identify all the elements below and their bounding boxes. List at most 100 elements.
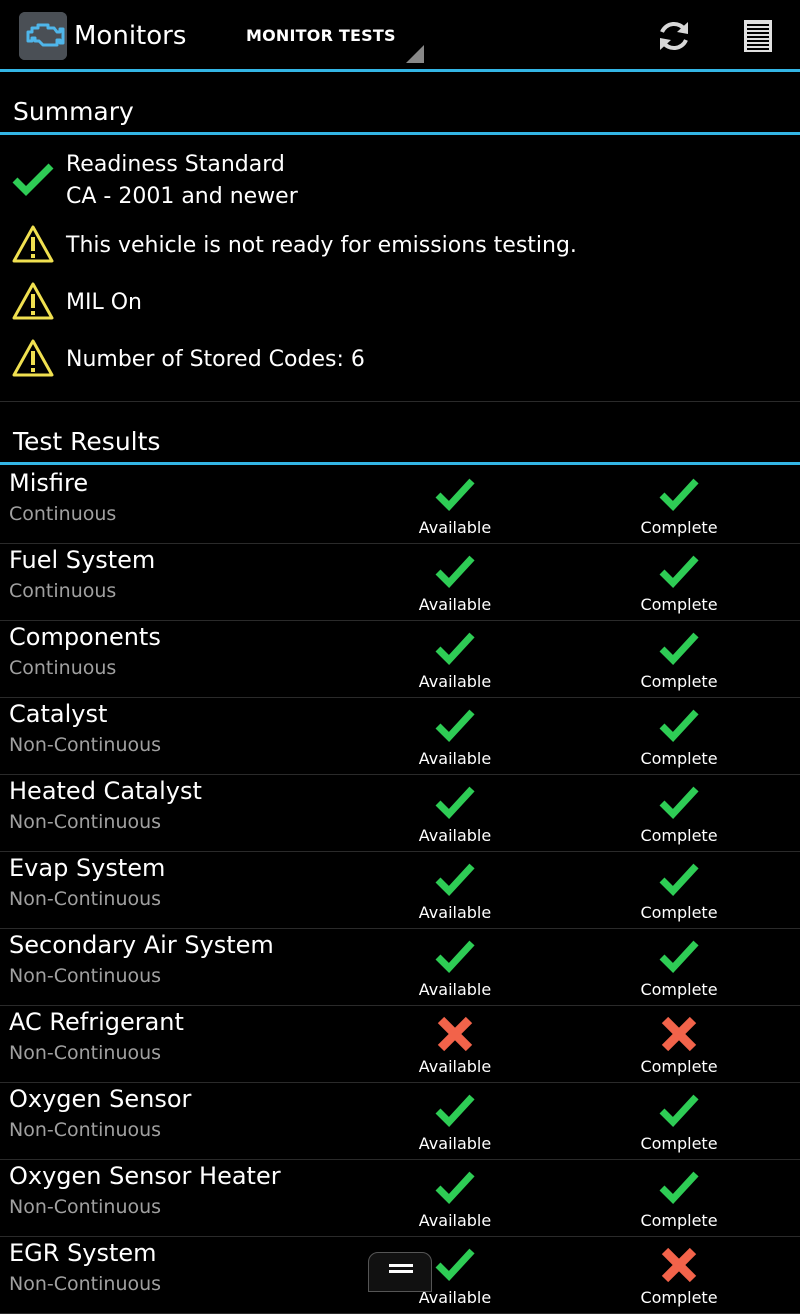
test-results-header: Test Results [0, 402, 800, 466]
monitor-name: Oxygen Sensor [9, 1085, 192, 1113]
report-menu-button[interactable] [736, 14, 780, 58]
available-label: Available [418, 826, 492, 845]
available-label: Available [418, 980, 492, 999]
complete-label: Complete [640, 672, 718, 691]
monitor-type: Non-Continuous [9, 888, 162, 910]
available-status: Available [385, 702, 525, 774]
complete-status: Complete [609, 1164, 749, 1236]
test-result-row[interactable]: Components Continuous Available Complete [0, 621, 800, 698]
monitor-name: AC Refrigerant [9, 1008, 184, 1036]
available-label: Available [418, 1057, 492, 1076]
test-result-row[interactable]: Evap System Non-Continuous Available Comple… [0, 852, 800, 929]
monitor-type: Non-Continuous [9, 734, 162, 756]
test-result-row[interactable]: AC Refrigerant Non-Continuous Available Com… [0, 1006, 800, 1083]
complete-status: Complete [609, 625, 749, 697]
available-status: Available [385, 933, 525, 1005]
refresh-button[interactable] [652, 14, 696, 58]
check-icon [659, 786, 699, 820]
summary-divider [0, 132, 800, 135]
available-label: Available [418, 1211, 492, 1230]
monitor-type: Non-Continuous [9, 811, 162, 833]
available-status: Available [385, 1087, 525, 1159]
spinner-label: MONITOR TESTS [246, 26, 396, 45]
test-results-divider [0, 462, 800, 465]
complete-status: Complete [609, 933, 749, 1005]
mil-text: MIL On [66, 290, 142, 315]
complete-label: Complete [640, 595, 718, 614]
cross-icon [661, 1247, 697, 1283]
available-status: Available [385, 779, 525, 851]
available-status: Available [385, 625, 525, 697]
complete-status: Complete [609, 856, 749, 928]
available-label: Available [418, 1134, 492, 1153]
drawer-handle[interactable] [368, 1252, 432, 1292]
check-icon [659, 632, 699, 666]
readiness-standard-item: Readiness Standard CA - 2001 and newer [0, 148, 800, 214]
complete-status: Complete [609, 779, 749, 851]
monitor-name: Heated Catalyst [9, 777, 202, 805]
check-icon [659, 478, 699, 512]
check-icon [435, 1171, 475, 1205]
check-icon [435, 786, 475, 820]
readiness-standard-value: CA - 2001 and newer [66, 184, 298, 209]
monitor-name: EGR System [9, 1239, 157, 1267]
check-icon [435, 555, 475, 589]
complete-label: Complete [640, 1288, 718, 1307]
monitor-name: Fuel System [9, 546, 156, 574]
complete-label: Complete [640, 749, 718, 768]
stored-codes-item: Number of Stored Codes: 6 [0, 338, 800, 382]
test-result-row[interactable]: Heated Catalyst Non-Continuous Available Co… [0, 775, 800, 852]
monitor-tests-spinner[interactable]: MONITOR TESTS [246, 20, 426, 64]
refresh-icon [660, 22, 688, 50]
monitor-name: Evap System [9, 854, 166, 882]
check-icon [659, 555, 699, 589]
available-label: Available [418, 595, 492, 614]
complete-status: Complete [609, 1241, 749, 1313]
complete-label: Complete [640, 1057, 718, 1076]
monitor-type: Non-Continuous [9, 965, 162, 987]
monitor-type: Non-Continuous [9, 1119, 162, 1141]
check-icon [659, 863, 699, 897]
monitor-type: Continuous [9, 657, 117, 679]
check-icon [659, 709, 699, 743]
complete-status: Complete [609, 1010, 749, 1082]
test-result-row[interactable]: Secondary Air System Non-Continuous Availa… [0, 929, 800, 1006]
available-label: Available [418, 903, 492, 922]
check-icon [435, 478, 475, 512]
check-icon [435, 1094, 475, 1128]
stored-codes-text: Number of Stored Codes: 6 [66, 347, 365, 372]
complete-status: Complete [609, 702, 749, 774]
complete-label: Complete [640, 1134, 718, 1153]
complete-label: Complete [640, 826, 718, 845]
available-label: Available [418, 518, 492, 537]
test-result-row[interactable]: Oxygen Sensor Non-Continuous Available Comp… [0, 1083, 800, 1160]
spinner-dropdown-icon [406, 45, 424, 63]
app-title: Monitors [74, 21, 187, 51]
test-result-row[interactable]: Catalyst Non-Continuous Available Complete [0, 698, 800, 775]
monitor-name: Components [9, 623, 161, 651]
check-icon [435, 709, 475, 743]
available-status: Available [385, 1164, 525, 1236]
engine-icon[interactable] [19, 12, 67, 60]
warning-icon [12, 225, 54, 263]
available-status: Available [385, 1010, 525, 1082]
complete-status: Complete [609, 471, 749, 543]
readiness-standard-label: Readiness Standard [66, 152, 285, 177]
check-icon [12, 163, 54, 196]
check-icon [435, 1248, 475, 1282]
monitor-name: Secondary Air System [9, 931, 274, 959]
monitor-type: Non-Continuous [9, 1196, 162, 1218]
complete-label: Complete [640, 980, 718, 999]
test-result-row[interactable]: Misfire Continuous Available Complete [0, 467, 800, 544]
test-result-row[interactable]: Fuel System Continuous Available Complete [0, 544, 800, 621]
test-result-row[interactable]: Oxygen Sensor Heater Non-Continuous Availa… [0, 1160, 800, 1237]
available-label: Available [418, 749, 492, 768]
check-icon [435, 940, 475, 974]
summary-title: Summary [13, 97, 134, 126]
complete-label: Complete [640, 518, 718, 537]
mil-item: MIL On [0, 281, 800, 325]
monitor-name: Catalyst [9, 700, 108, 728]
complete-status: Complete [609, 548, 749, 620]
monitor-type: Continuous [9, 580, 117, 602]
complete-status: Complete [609, 1087, 749, 1159]
